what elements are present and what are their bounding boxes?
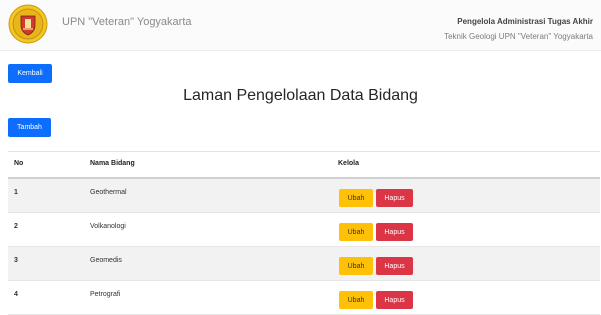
table-row: 3 Geomedis Ubah Hapus — [8, 247, 600, 281]
row-nama-bidang: Petrografi — [90, 291, 121, 298]
row-nama-bidang: Geomedis — [90, 257, 122, 264]
row-number: 3 — [14, 257, 18, 264]
back-button[interactable]: Kembali — [8, 64, 52, 83]
university-seal-icon[interactable] — [8, 4, 48, 44]
row-number: 1 — [14, 189, 18, 196]
delete-button[interactable]: Hapus — [376, 291, 413, 309]
column-header-no: No — [14, 160, 24, 167]
bidang-table: No Nama Bidang Kelola 1 Geothermal Ubah … — [8, 151, 600, 315]
row-number: 4 — [14, 291, 18, 298]
row-number: 2 — [14, 223, 18, 230]
row-nama-bidang: Geothermal — [90, 189, 127, 196]
column-header-kelola: Kelola — [338, 160, 360, 167]
add-button[interactable]: Tambah — [8, 118, 51, 137]
edit-button[interactable]: Ubah — [339, 223, 373, 241]
delete-button[interactable]: Hapus — [376, 223, 413, 241]
delete-button[interactable]: Hapus — [376, 189, 413, 207]
app-subtitle: Teknik Geologi UPN "Veteran" Yogyakarta — [444, 32, 593, 41]
table-row: 2 Volkanologi Ubah Hapus — [8, 213, 600, 247]
table-row: 4 Petrografi Ubah Hapus — [8, 281, 600, 315]
column-header-nama-bidang: Nama Bidang — [90, 160, 135, 167]
row-nama-bidang: Volkanologi — [90, 223, 126, 230]
edit-button[interactable]: Ubah — [339, 189, 373, 207]
edit-button[interactable]: Ubah — [339, 291, 373, 309]
top-navbar: UPN "Veteran" Yogyakarta Pengelola Admin… — [0, 0, 601, 51]
table-row: 1 Geothermal Ubah Hapus — [8, 179, 600, 213]
edit-button[interactable]: Ubah — [339, 257, 373, 275]
app-title: Pengelola Administrasi Tugas Akhir — [457, 17, 593, 26]
delete-button[interactable]: Hapus — [376, 257, 413, 275]
table-header: No Nama Bidang Kelola — [8, 151, 600, 179]
brand-name[interactable]: UPN "Veteran" Yogyakarta — [62, 16, 192, 28]
page-title: Laman Pengelolaan Data Bidang — [183, 87, 418, 104]
